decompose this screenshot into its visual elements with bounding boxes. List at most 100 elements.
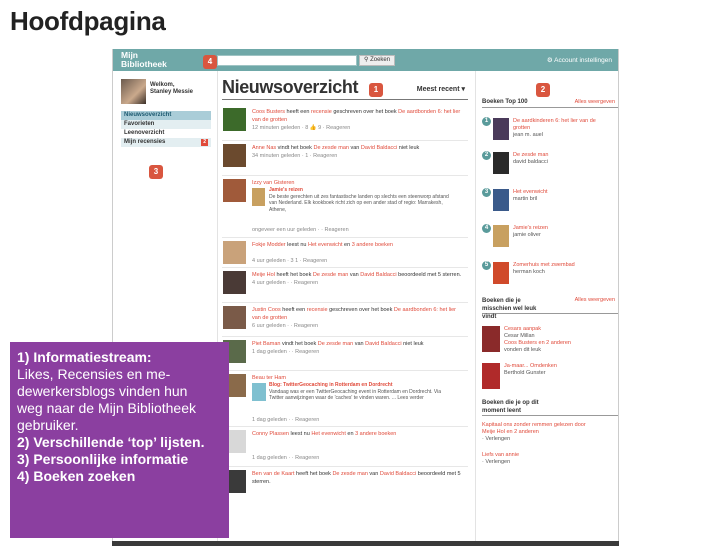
- avatar[interactable]: [121, 79, 146, 104]
- sidebar-item-label: Leenoverzicht: [124, 130, 165, 136]
- feed-text: en: [342, 242, 352, 248]
- suggested-book[interactable]: Cesars aanpak Cesar Millan Coos Busters en…: [482, 325, 618, 357]
- user-link[interactable]: Beau ter Ham: [252, 375, 286, 381]
- review-link[interactable]: recensie: [307, 307, 328, 313]
- feed-meta: 12 minuten geleden · 8 👍 9 · Reageren: [252, 125, 351, 131]
- sidebar-item-favorieten[interactable]: Favorieten: [121, 120, 211, 129]
- show-all-link[interactable]: Alles weergeven: [575, 297, 615, 303]
- sort-dropdown[interactable]: Meest recent ▾: [417, 85, 465, 93]
- user-link[interactable]: Coos Busters: [252, 109, 285, 115]
- user-photo[interactable]: [223, 306, 246, 329]
- books-link[interactable]: 3 andere boeken: [352, 242, 393, 248]
- blog-image[interactable]: [252, 383, 266, 401]
- user-link[interactable]: Piet Baman: [252, 341, 280, 347]
- book-title[interactable]: Jamie's reizen: [513, 225, 613, 232]
- user-photo[interactable]: [223, 179, 246, 202]
- feed-item-text: Justin Coos heeft een recensie geschreve…: [252, 306, 466, 330]
- sidebar-item-label: Favorieten: [124, 121, 155, 127]
- feed-item-text: Meije Hol heeft het boek De zesde man va…: [252, 271, 466, 287]
- author-link[interactable]: David Baldacci: [361, 145, 397, 151]
- author-link[interactable]: David Baldacci: [380, 471, 416, 477]
- user-link[interactable]: Fokje Modder: [252, 242, 286, 248]
- user-link[interactable]: Meije Hol: [252, 272, 275, 278]
- loan-readers[interactable]: Meije Hol en 2 anderen: [482, 429, 539, 435]
- recensies-count-badge: 2: [201, 139, 208, 146]
- renew-link[interactable]: · Verlengen: [482, 459, 510, 465]
- show-all-link[interactable]: Alles weergeven: [575, 99, 615, 105]
- user-link[interactable]: Izzy van Gisteren: [252, 180, 295, 186]
- feed-item-text: Piet Baman vindt het boek De zesde man v…: [252, 340, 466, 356]
- feed-text: van: [348, 145, 361, 151]
- feed-text: heeft een: [280, 307, 307, 313]
- book-link[interactable]: De zesde man: [313, 145, 348, 151]
- loan-title[interactable]: Kapitaal ons zonder remmen gelezen door: [482, 422, 586, 428]
- sidebar-item-mijn-recensies[interactable]: Mijn recensies 2: [121, 138, 211, 147]
- book-cover[interactable]: [493, 189, 509, 211]
- liked-by-link[interactable]: Coos Busters en 2 anderen: [504, 340, 604, 347]
- logo[interactable]: Mijn Bibliotheek: [121, 51, 167, 69]
- user-link[interactable]: Justin Coos: [252, 307, 281, 313]
- user-name[interactable]: Stanley Messie: [150, 89, 193, 96]
- book-author: Berthold Gunster: [504, 370, 546, 376]
- feed-text: beoordeeld met 5 sterren.: [396, 272, 462, 278]
- user-link[interactable]: Ben van de Kaart: [252, 471, 295, 477]
- book-cover[interactable]: [252, 188, 265, 206]
- book-title[interactable]: De zesde man: [513, 152, 613, 159]
- author-link[interactable]: David Baldacci: [360, 272, 396, 278]
- user-photo[interactable]: [223, 271, 246, 294]
- marker-1: 1: [369, 83, 383, 97]
- book-cover[interactable]: [482, 363, 500, 389]
- book-title[interactable]: Cesars aanpak: [504, 326, 604, 333]
- book-cover[interactable]: [493, 152, 509, 174]
- book-cover[interactable]: [493, 118, 509, 140]
- book-link[interactable]: De zesde man: [318, 341, 353, 347]
- sidebar-item-nieuwsoverzicht[interactable]: Nieuwsoverzicht: [121, 111, 211, 120]
- sidebar-item-leenoverzicht[interactable]: Leenoverzicht: [121, 129, 211, 138]
- loan-item: Liefs van annie · Verlengen: [482, 451, 618, 471]
- book-title[interactable]: Het evenwicht: [513, 189, 613, 196]
- search-input[interactable]: [217, 55, 357, 66]
- top-book[interactable]: 1 De aardkinderen 6: het lier van de gro…: [482, 117, 618, 145]
- section-title: Boeken die je misschien wel leuk vindt: [482, 298, 537, 320]
- feed-meta: 4 uur geleden · · Reageren: [252, 280, 319, 286]
- search-button-label: Zoeken: [370, 57, 391, 63]
- header-bar: Mijn Bibliotheek ⚲ Zoeken ⚙ Account inst…: [113, 49, 618, 71]
- book-link[interactable]: De zesde man: [332, 471, 367, 477]
- book-link[interactable]: Het evenwicht: [311, 431, 346, 437]
- feed-item-text: Coos Busters heeft een recensie geschrev…: [252, 108, 466, 132]
- rank-badge: 2: [482, 151, 491, 160]
- books-link[interactable]: 3 andere boeken: [355, 431, 396, 437]
- page-title: Nieuwsoverzicht: [222, 77, 359, 97]
- book-title[interactable]: Ja-maar... Omdenken: [504, 363, 604, 370]
- feed-item-text: Conny Plassen leest nu Het evenwicht en …: [252, 430, 466, 462]
- book-cover[interactable]: [482, 326, 500, 352]
- account-settings-link[interactable]: ⚙ Account instellingen: [547, 56, 612, 64]
- top-book[interactable]: 5 Zomerhuis met zwembad herman koch: [482, 261, 618, 289]
- book-link[interactable]: Het evenwicht: [308, 242, 343, 248]
- feed-text: van: [367, 471, 380, 477]
- user-photo[interactable]: [223, 241, 246, 264]
- suggested-book[interactable]: Ja-maar... Omdenken Berthold Gunster: [482, 362, 618, 392]
- top-book[interactable]: 4 Jamie's reizen jamie oliver: [482, 224, 618, 252]
- user-photo[interactable]: [223, 108, 246, 131]
- user-link[interactable]: Anne Nas: [252, 145, 276, 151]
- loan-title[interactable]: Liefs van annie: [482, 452, 519, 458]
- feed-item: Fokje Modder leest nu Het evenwicht en 3…: [222, 238, 468, 268]
- user-link[interactable]: Conny Plassen: [252, 431, 289, 437]
- feed-text: vindt het boek: [280, 341, 318, 347]
- search-button[interactable]: ⚲ Zoeken: [359, 55, 396, 66]
- book-cover[interactable]: [493, 225, 509, 247]
- book-title[interactable]: Zomerhuis met zwembad: [513, 262, 613, 269]
- author-link[interactable]: David Baldacci: [365, 341, 401, 347]
- quote-block: Jamie's reizen De beste gerechten uit ze…: [269, 187, 449, 213]
- top-book[interactable]: 2 De zesde man david baldacci: [482, 151, 618, 179]
- book-cover[interactable]: [493, 262, 509, 284]
- user-photo[interactable]: [223, 144, 246, 167]
- news-feed: Nieuwsoverzicht Meest recent ▾ Coos Bust…: [217, 71, 468, 546]
- book-title[interactable]: De aardkinderen 6: het lier van de grott…: [513, 118, 613, 132]
- review-link[interactable]: recensie: [311, 109, 332, 115]
- renew-link[interactable]: · Verlengen: [482, 436, 510, 442]
- top-book[interactable]: 3 Het evenwicht martin bril: [482, 188, 618, 216]
- book-link[interactable]: De zesde man: [313, 272, 348, 278]
- feed-meta: 4 uur geleden · 3 1 · Reageren: [252, 258, 328, 264]
